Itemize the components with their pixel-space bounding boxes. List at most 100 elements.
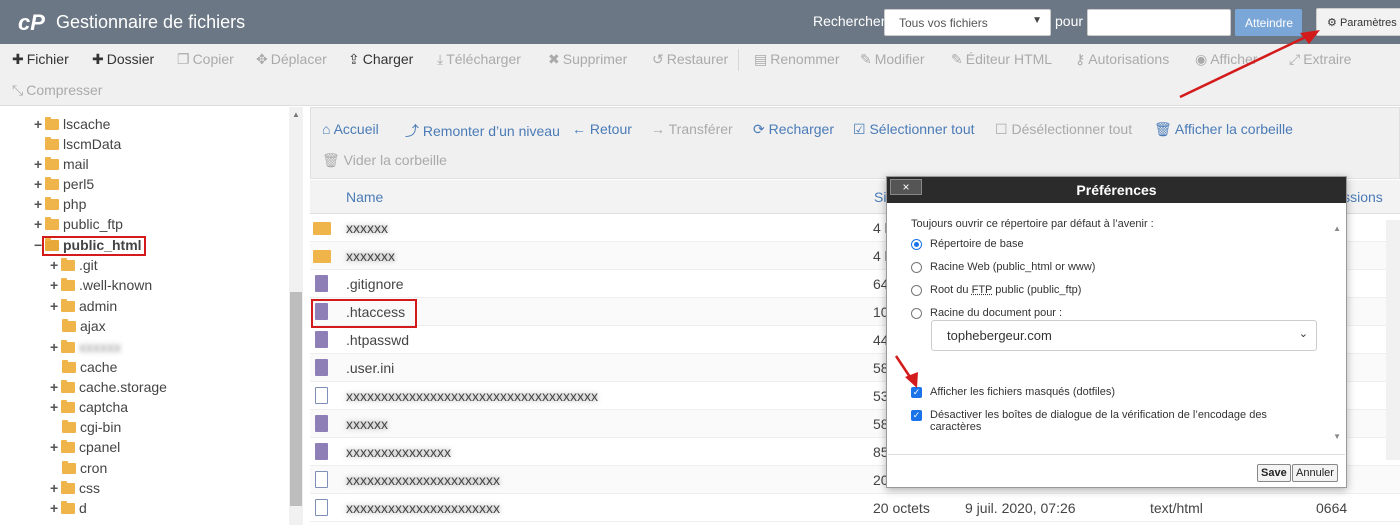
tree-item-cache[interactable]: cache [62, 359, 117, 375]
checkbox-empty-icon: ☐ [995, 121, 1008, 137]
disable-encoding-label-2: caractères [930, 421, 982, 433]
tree-item-lscache[interactable]: + lscache [34, 116, 110, 132]
file-code-icon [315, 471, 328, 488]
search-scope-select[interactable]: Tous vos fichiers ▼ [884, 9, 1051, 36]
default-dir-intro: Toujours ouvrir ce répertoire par défaut… [911, 218, 1154, 230]
chevron-down-icon: ▼ [1032, 15, 1042, 26]
disable-encoding-label-1: Désactiver les boîtes de dialogue de la … [930, 409, 1267, 421]
extract-button[interactable]: ⤢ Extraire [1289, 51, 1351, 68]
expand-icon[interactable]: + [50, 480, 61, 496]
permissions-button[interactable]: ⚷ Autorisations [1075, 51, 1169, 68]
folder-icon [62, 460, 76, 474]
gear-icon: ⚙ [1327, 17, 1337, 29]
radio-home-dir-label: Répertoire de base [930, 238, 1024, 250]
expand-icon[interactable]: + [50, 339, 61, 355]
tree-item-well-known[interactable]: + .well-known [50, 277, 152, 293]
expand-icon[interactable]: + [50, 298, 61, 314]
dialog-scroll-up-icon[interactable]: ▲ [1333, 224, 1341, 233]
delete-button[interactable]: ✖ Supprimer [548, 51, 627, 68]
restore-button[interactable]: ↺ Restaurer [652, 51, 728, 68]
checkbox-show-hidden[interactable]: ✓ [911, 387, 922, 398]
folder-icon [45, 116, 59, 130]
sidebar-scrollbar-thumb[interactable] [290, 292, 302, 506]
domain-select[interactable]: tophebergeur.com ⌄ [931, 320, 1317, 351]
cpanel-logo-icon: cP [18, 10, 45, 35]
upload-button[interactable]: ⇪ Charger [348, 51, 413, 68]
expand-icon[interactable]: + [34, 196, 45, 212]
up-level-button[interactable]: ⤴ Remonter d’un niveau [405, 121, 560, 141]
folder-icon [61, 257, 75, 271]
dialog-scroll-down-icon[interactable]: ▼ [1333, 432, 1341, 441]
tree-item-blurred[interactable]: + xxxxxx [50, 339, 121, 355]
plus-icon: ✚ [12, 51, 24, 67]
copy-button[interactable]: ❐ Copier [177, 51, 234, 68]
tree-item-ajax[interactable]: ajax [62, 318, 106, 334]
tree-item-d[interactable]: + d [50, 500, 87, 516]
view-trash-button[interactable]: 🗑 Afficher la corbeille [1154, 121, 1293, 138]
new-file-button[interactable]: ✚ Fichier [12, 51, 69, 68]
expand-icon[interactable]: + [50, 379, 61, 395]
forward-button[interactable]: → Transférer [651, 121, 733, 137]
new-folder-button[interactable]: ✚ Dossier [92, 51, 154, 68]
back-button[interactable]: ← Retour [572, 121, 632, 137]
top-bar: cP Gestionnaire de fichiers Rechercher T… [0, 0, 1400, 44]
expand-icon[interactable]: + [50, 500, 61, 516]
expand-icon[interactable]: + [34, 216, 45, 232]
tree-item-captcha[interactable]: + captcha [50, 399, 128, 415]
radio-home-dir[interactable] [911, 239, 922, 250]
expand-icon[interactable]: + [50, 277, 61, 293]
tree-item-php[interactable]: + php [34, 196, 86, 212]
tree-item-cache-storage[interactable]: + cache.storage [50, 379, 167, 395]
tree-item-perl5[interactable]: + perl5 [34, 176, 94, 192]
tree-item-cpanel[interactable]: + cpanel [50, 439, 120, 455]
checkbox-checked-icon: ☑ [853, 121, 866, 137]
table-row[interactable]: xxxxxxxxxxxxxxxxxxxxxx 20 octets 9 juil. 2… [310, 494, 1400, 522]
tree-item-css[interactable]: + css [50, 480, 100, 496]
save-button[interactable]: Save [1257, 464, 1291, 482]
tree-item-cron[interactable]: cron [62, 460, 107, 476]
folder-icon [61, 298, 75, 312]
download-button[interactable]: ⤓ Télécharger [437, 51, 521, 68]
view-button[interactable]: ◉ Afficher [1195, 51, 1257, 68]
upload-icon: ⇪ [348, 51, 360, 67]
column-header-size[interactable]: Si [874, 189, 886, 205]
rename-button[interactable]: ▤ Renommer [754, 51, 839, 68]
html-editor-button[interactable]: ✎ Éditeur HTML [951, 51, 1052, 68]
file-text-icon [315, 359, 328, 376]
radio-document-root[interactable] [911, 308, 922, 319]
empty-trash-button[interactable]: 🗑 Vider la corbeille [322, 152, 447, 169]
folder-icon [61, 480, 75, 494]
radio-web-root[interactable] [911, 262, 922, 273]
edit-button[interactable]: ✎ Modifier [860, 51, 925, 68]
radio-ftp-root[interactable] [911, 285, 922, 296]
reload-button[interactable]: ⟳ Recharger [753, 121, 834, 138]
home-button[interactable]: ⌂ Accueil [322, 121, 379, 137]
tree-item-admin[interactable]: + admin [50, 298, 117, 314]
settings-button[interactable]: ⚙ Paramètres [1316, 8, 1400, 36]
expand-icon[interactable]: + [50, 439, 61, 455]
column-header-name[interactable]: Name [346, 189, 383, 205]
expand-icon[interactable]: + [34, 156, 45, 172]
move-button[interactable]: ✥ Déplacer [256, 51, 327, 68]
tree-item-cgi-bin[interactable]: cgi-bin [62, 419, 121, 435]
folder-icon [45, 196, 59, 210]
checkbox-disable-encoding[interactable]: ✓ [911, 410, 922, 421]
tree-item-mail[interactable]: + mail [34, 156, 89, 172]
expand-icon[interactable]: + [50, 399, 61, 415]
close-icon[interactable]: × [890, 179, 922, 195]
expand-icon[interactable]: + [50, 257, 61, 273]
expand-icon[interactable]: + [34, 176, 45, 192]
folder-icon [45, 216, 59, 230]
select-all-button[interactable]: ☑ Sélectionner tout [853, 121, 975, 138]
scroll-up-icon[interactable]: ▲ [292, 110, 300, 119]
cancel-button[interactable]: Annuler [1292, 464, 1338, 482]
tree-item-lscmdata[interactable]: lscmData [45, 136, 121, 152]
tree-item-public-ftp[interactable]: + public_ftp [34, 216, 123, 232]
compress-button[interactable]: ⤡ Compresser [12, 82, 102, 99]
file-list-scrollbar[interactable] [1386, 220, 1400, 460]
deselect-all-button[interactable]: ☐ Désélectionner tout [995, 121, 1132, 138]
search-input[interactable] [1087, 9, 1231, 36]
expand-icon[interactable]: + [34, 116, 45, 132]
tree-item-git[interactable]: + .git [50, 257, 98, 273]
go-button[interactable]: Atteindre [1235, 9, 1302, 36]
